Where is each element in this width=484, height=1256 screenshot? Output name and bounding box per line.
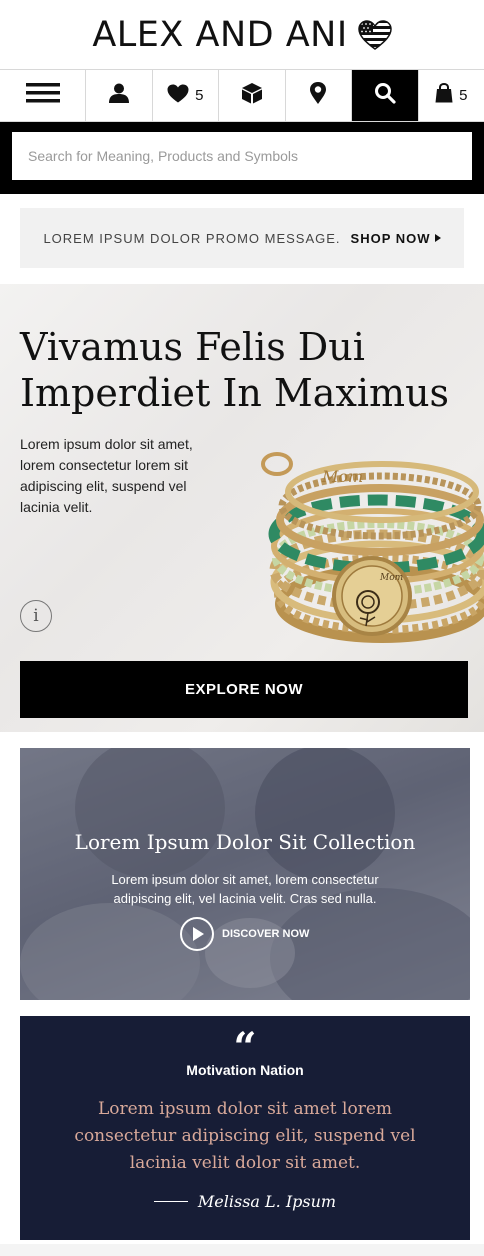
promo-message: LOREM IPSUM DOLOR PROMO MESSAGE. [43,230,341,246]
cart-count: 5 [459,87,468,104]
author-name: Melissa L. Ipsum [197,1192,337,1211]
discover-now-label: DISCOVER NOW [222,928,310,940]
hero-title: Vivamus Felis Dui Imperdiet In Maximus [20,325,450,415]
shop-now-link[interactable]: SHOP NOW [351,231,441,246]
info-icon[interactable]: i [20,600,52,632]
bangle-engraving: Mom [321,467,363,486]
menu-icon [25,83,60,108]
next-section-peek [0,1244,484,1256]
box-icon [241,82,263,109]
testimonial-block: “ Motivation Nation Lorem ipsum dolor si… [20,1016,470,1240]
account-button[interactable] [86,70,153,121]
promo-banner: LOREM IPSUM DOLOR PROMO MESSAGE. SHOP NO… [20,208,464,268]
collection-banner[interactable]: Lorem Ipsum Dolor Sit Collection Lorem i… [20,748,470,1000]
flag-heart-icon [357,19,392,50]
search-icon [374,82,396,109]
shopping-bag-icon [435,82,453,108]
play-icon [180,917,214,951]
store-locator-button[interactable] [286,70,353,121]
shop-now-label: SHOP NOW [350,230,431,246]
quote-author: Melissa L. Ipsum [20,1192,470,1211]
cart-button[interactable]: 5 [419,70,484,121]
bracelet-stack-image: Mom Mom [261,452,484,643]
charm-engraving: Mom [379,573,403,583]
collection-description: Lorem ipsum dolor sit amet, lorem consec… [111,872,379,906]
arrow-right-icon [434,234,441,242]
wishlist-count: 5 [195,87,204,104]
search-toggle-button[interactable] [352,70,419,121]
account-icon [108,83,130,108]
heart-icon [167,84,189,108]
menu-button[interactable] [0,70,87,121]
explore-now-button[interactable]: EXPLORE NOW [20,661,468,718]
search-bar [0,122,484,194]
orders-button[interactable] [219,70,286,121]
collection-title: Lorem Ipsum Dolor Sit Collection [74,830,416,854]
quote-heading: Motivation Nation [186,1062,304,1078]
brand-logo[interactable]: ALEX AND ANI [92,15,347,55]
location-pin-icon [309,81,327,110]
hero-banner: Vivamus Felis Dui Imperdiet In Maximus L… [0,284,484,732]
header-logo-bar: ALEX AND ANI [0,0,484,70]
discover-now-button[interactable]: DISCOVER NOW [180,917,309,951]
wishlist-button[interactable]: 5 [153,70,220,121]
hero-description: Lorem ipsum dolor sit amet, lorem consec… [20,436,193,515]
main-nav: 5 5 [0,70,484,122]
author-dash [153,1201,188,1202]
search-input[interactable] [10,130,474,182]
quote-text: Lorem ipsum dolor sit amet lorem consect… [74,1099,416,1173]
